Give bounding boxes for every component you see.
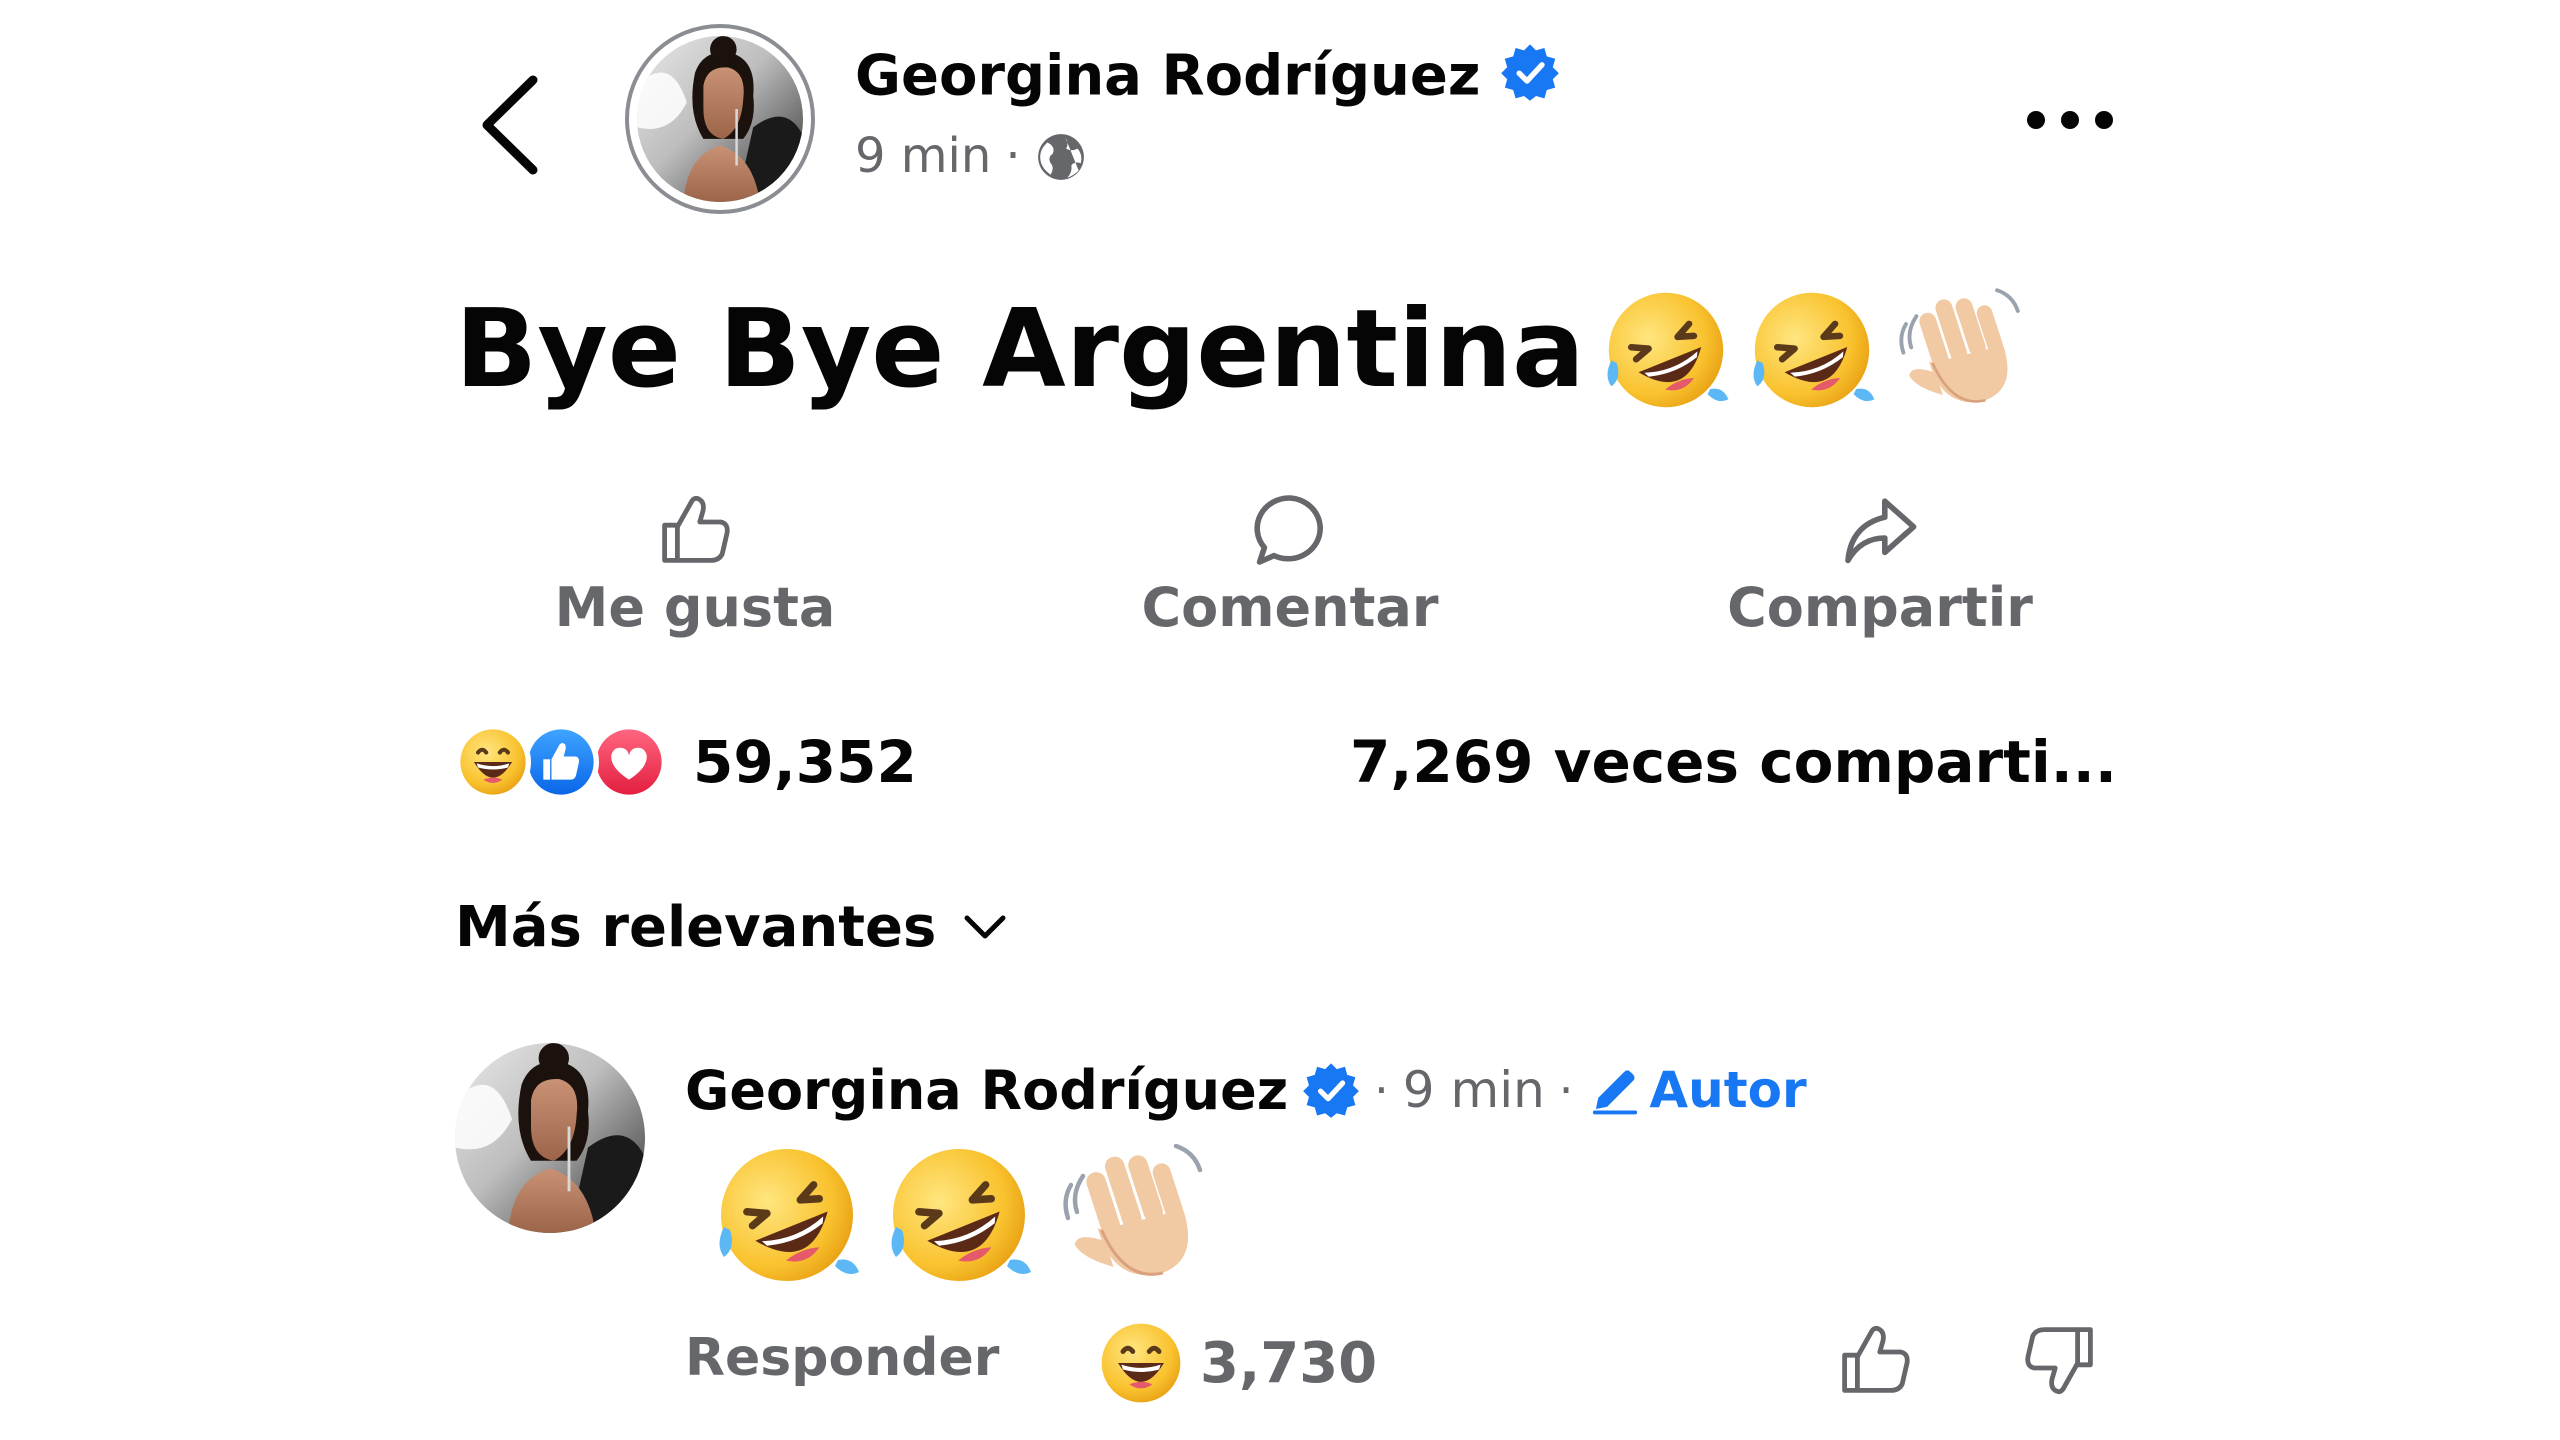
comment-author-name[interactable]: Georgina Rodríguez (685, 1059, 1288, 1122)
like-button[interactable]: Me gusta (445, 490, 945, 639)
like-label: Me gusta (554, 576, 836, 639)
rofl-emoji-icon (1601, 285, 1731, 415)
comment-button[interactable]: Comentar (1040, 490, 1540, 639)
verified-badge-icon (1500, 42, 1560, 117)
author-badge-label: Autor (1649, 1061, 1807, 1119)
comment-header: Georgina Rodríguez · 9 min · Autor (685, 1050, 1807, 1130)
share-label: Compartir (1727, 576, 2033, 639)
reactions-summary[interactable]: 59,352 (455, 722, 917, 802)
comment-body (712, 1140, 1206, 1290)
post-time[interactable]: 9 min (855, 128, 991, 186)
globe-icon (1037, 133, 1084, 180)
profile-photo (455, 1043, 645, 1233)
rofl-emoji-icon (1747, 285, 1877, 415)
share-button[interactable]: Compartir (1630, 490, 2130, 639)
rofl-emoji-icon (884, 1140, 1034, 1290)
reactions-count: 59,352 (693, 728, 917, 796)
comment-like-button[interactable] (1835, 1320, 1915, 1404)
chevron-down-icon (964, 915, 1006, 939)
pencil-icon (1593, 1070, 1638, 1115)
post-author-avatar[interactable] (625, 24, 815, 214)
chevron-left-icon (482, 75, 538, 175)
thumbs-down-icon (2020, 1320, 2100, 1400)
verified-badge-icon (1303, 1063, 1359, 1118)
comment-reactions[interactable]: 3,730 (1100, 1322, 1377, 1404)
post-meta: 9 min · (855, 128, 1087, 186)
thumbs-up-icon (1835, 1320, 1915, 1400)
love-reaction-icon (591, 724, 667, 800)
shares-count[interactable]: 7,269 veces comparti... (1350, 722, 2117, 802)
share-arrow-icon (1845, 498, 1917, 564)
post-message: Bye Bye Argentina (455, 285, 2023, 415)
like-reaction-icon (523, 724, 599, 800)
comment-author-avatar[interactable] (455, 1043, 645, 1233)
comment-separator: · (1558, 1063, 1574, 1117)
thumbs-up-icon (655, 490, 735, 570)
comment-bubble-icon (1254, 495, 1323, 565)
haha-reaction-icon (455, 724, 531, 800)
comment-label: Comentar (1141, 576, 1439, 639)
comment-time[interactable]: 9 min (1403, 1061, 1545, 1119)
meta-separator: · (1005, 128, 1021, 184)
post-author-header[interactable]: Georgina Rodríguez (855, 42, 1560, 117)
post-author-name[interactable]: Georgina Rodríguez (855, 44, 1481, 109)
haha-reaction-icon (1100, 1322, 1182, 1404)
sort-label: Más relevantes (455, 894, 937, 960)
more-options-button[interactable] (2020, 100, 2120, 140)
reply-button[interactable]: Responder (685, 1327, 999, 1389)
comment-dislike-button[interactable] (2020, 1320, 2100, 1404)
waving-hand-emoji-icon (1893, 285, 2023, 415)
profile-photo (637, 36, 803, 202)
waving-hand-emoji-icon (1056, 1140, 1206, 1290)
post-text: Bye Bye Argentina (455, 287, 1585, 413)
back-button[interactable] (475, 70, 545, 180)
comment-reactions-count: 3,730 (1200, 1330, 1378, 1396)
comment-separator: · (1374, 1063, 1389, 1117)
rofl-emoji-icon (712, 1140, 862, 1290)
comment-sort-dropdown[interactable]: Más relevantes (455, 887, 1008, 967)
author-badge: Autor (1587, 1061, 1807, 1119)
more-icon (2027, 111, 2113, 129)
